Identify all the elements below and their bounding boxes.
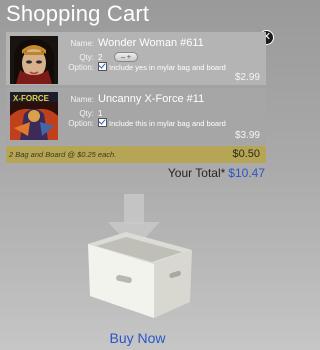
item-price: $2.99 (234, 72, 260, 83)
comic-cover-image (10, 36, 58, 84)
order-total: Your Total* $10.47 (168, 166, 265, 180)
cart-item: Name: Wonder Woman #611 Qty: 2 – + Optio… (6, 32, 266, 85)
buy-now-button[interactable]: Buy Now (0, 330, 275, 346)
qty-label: Qty: (79, 53, 94, 62)
storage-box-icon (88, 232, 192, 318)
option-text: Include yes in mylar bag and board (109, 63, 226, 72)
bag-and-board-price: $0.50 (232, 148, 260, 160)
total-amount: $10.47 (228, 166, 265, 180)
bag-and-board-row: 2 Bag and Board @ $0.25 each. $0.50 (6, 146, 266, 163)
name-label: Name: (70, 39, 94, 48)
comic-cover-image: X-FORCE (10, 92, 58, 140)
cart-box-illustration (78, 192, 198, 322)
bag-and-board-text: 2 Bag and Board @ $0.25 each. (9, 150, 117, 159)
checkbox-icon[interactable] (98, 118, 107, 127)
option-label: Option: (68, 119, 94, 128)
qty-label: Qty: (79, 109, 94, 118)
total-label: Your Total* (167, 166, 226, 180)
quantity-stepper[interactable]: – + (114, 52, 138, 62)
page-title: Shopping Cart (6, 1, 150, 26)
svg-text:X-FORCE: X-FORCE (13, 94, 50, 103)
cart-item: X-FORCE Name: Uncanny X-Force #11 Qty: 1… (6, 88, 266, 145)
item-name: Wonder Woman #611 (98, 37, 204, 49)
option-text: Include this in mylar bag and board (109, 119, 226, 128)
option-label: Option: (68, 63, 94, 72)
item-name: Uncanny X-Force #11 (98, 93, 205, 105)
item-price: $3.99 (234, 130, 260, 141)
checkbox-icon[interactable] (98, 62, 107, 71)
name-label: Name: (70, 95, 94, 104)
